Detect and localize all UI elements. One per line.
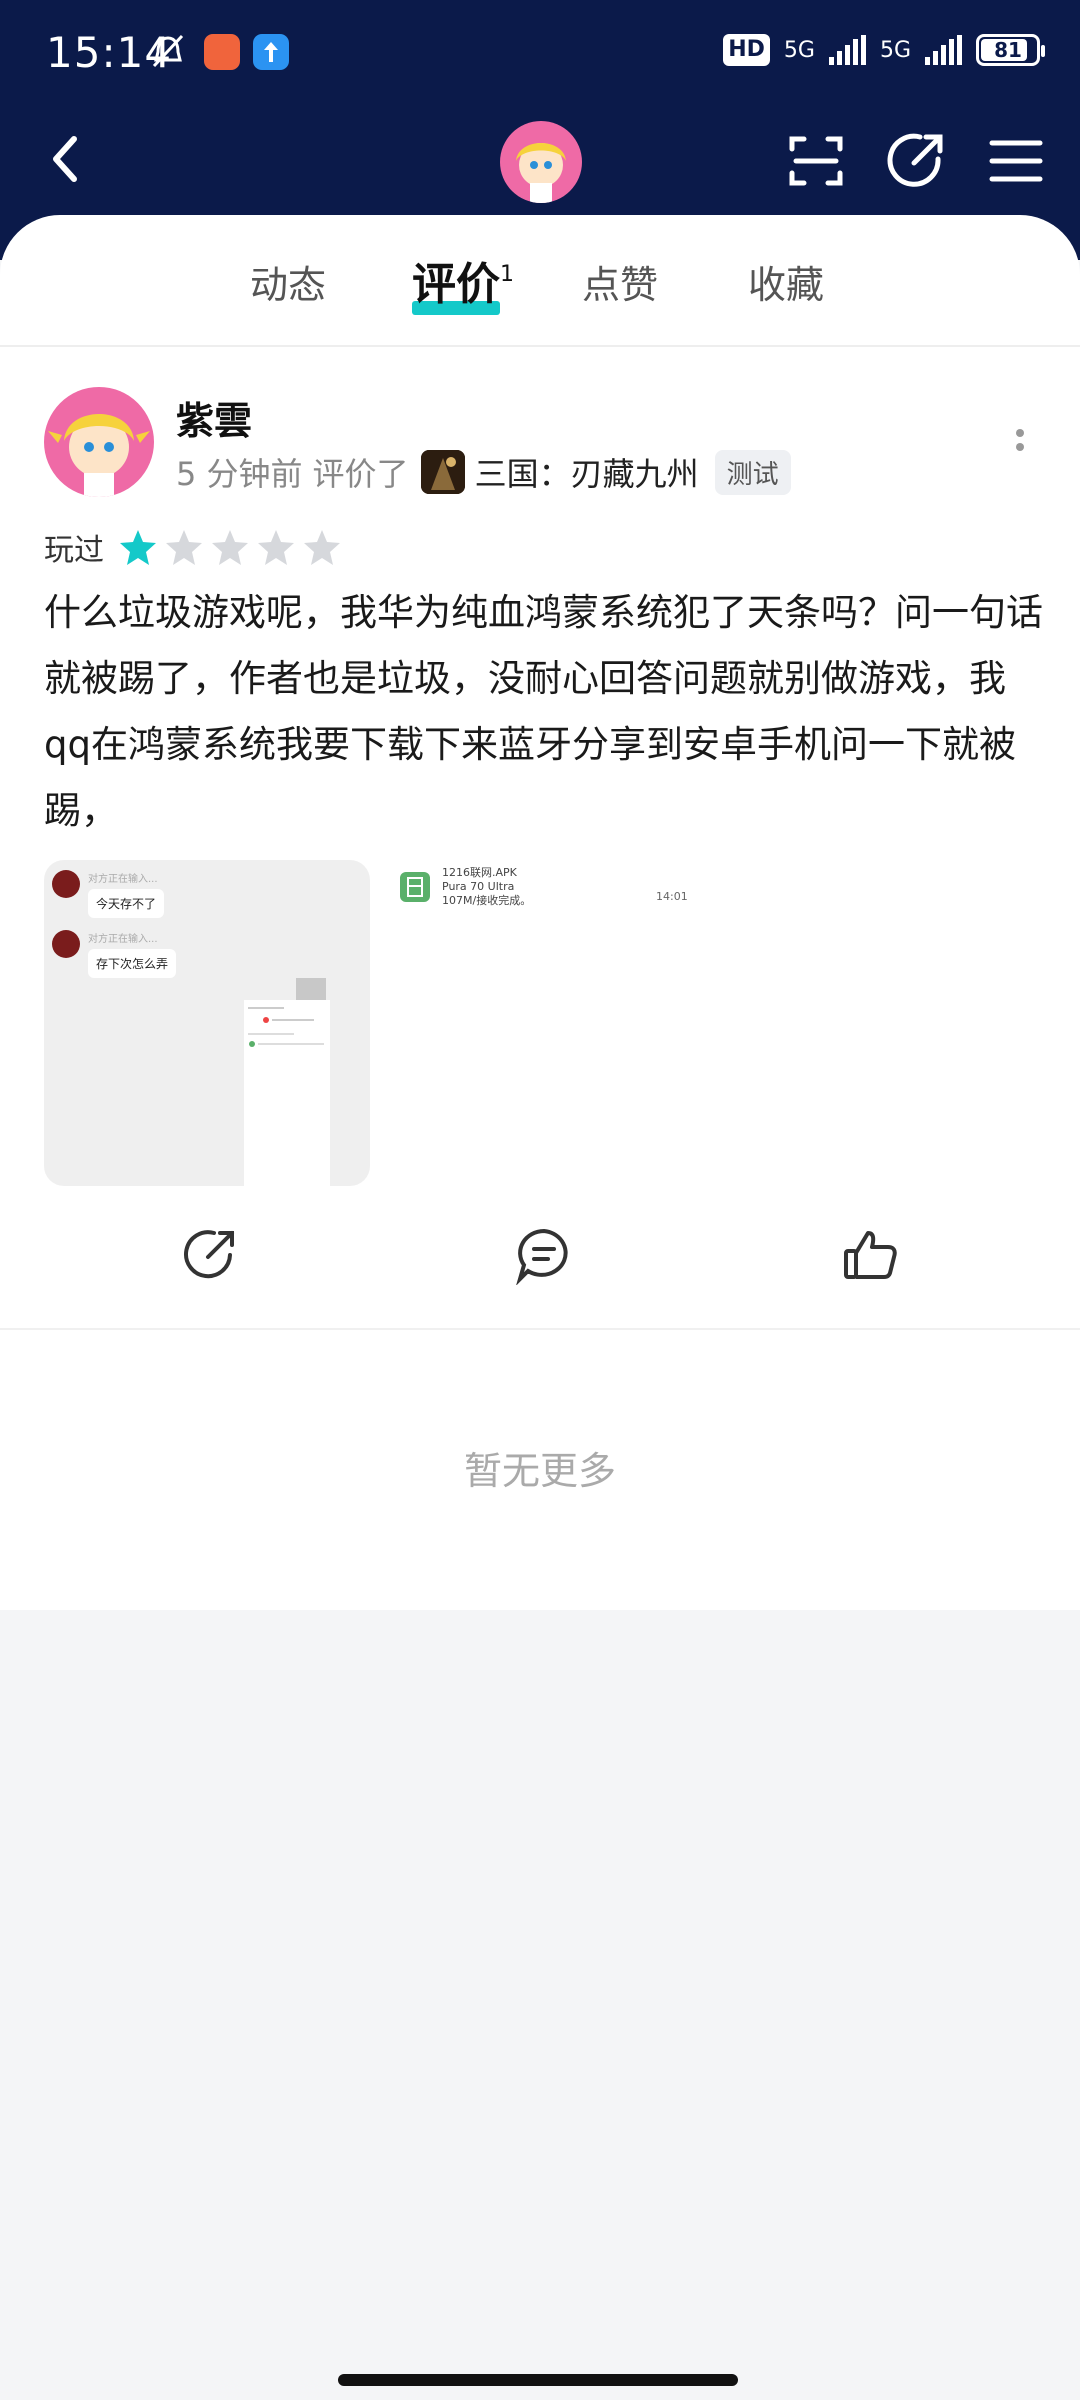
game-name[interactable]: 三国：刃藏九州 <box>475 449 699 495</box>
star-empty-icon <box>304 530 340 565</box>
network-label-2: 5G <box>879 37 911 63</box>
file-status: 107M/接收完成。 <box>442 894 532 907</box>
star-filled-icon <box>120 530 156 565</box>
menu-button[interactable] <box>984 129 1048 193</box>
chat-bubble: 存下次怎么弄 <box>88 949 177 978</box>
star-rating <box>118 527 342 567</box>
tab-bar: 动态 评价 1 点赞 收藏 <box>0 255 1080 335</box>
avatar[interactable] <box>44 387 154 497</box>
typing-hint: 对方正在输入... <box>88 874 158 885</box>
tab-dynamics[interactable]: 动态 <box>250 255 326 325</box>
back-button[interactable] <box>36 129 96 189</box>
share-button[interactable] <box>884 129 948 193</box>
status-right: HD 5G 5G 81 <box>723 34 1045 66</box>
star-empty-icon <box>166 530 202 565</box>
review-meta: 5 分钟前 评价了 三国：刃藏九州 测试 <box>176 447 791 497</box>
file-time: 14:01 <box>656 890 688 903</box>
no-more-text: 暂无更多 <box>463 1449 616 1493</box>
upload-notification-icon <box>253 34 289 70</box>
comment-button[interactable] <box>514 1225 574 1286</box>
game-icon[interactable] <box>420 450 465 494</box>
status-bar: 15:14 HD 5G 5G 81 <box>0 0 1080 110</box>
app-notification-icon <box>204 34 240 70</box>
divider <box>0 1328 1080 1330</box>
battery-icon: 81 <box>976 34 1045 66</box>
tab-label: 评价 <box>412 259 500 310</box>
home-indicator[interactable] <box>338 2374 738 2386</box>
star-empty-icon <box>258 530 294 565</box>
review-image-2[interactable]: 1216联网.APK Pura 70 Ultra 107M/接收完成。 14:0… <box>370 860 696 1186</box>
mini-screenshot-card <box>244 1000 330 1186</box>
file-icon <box>400 872 430 902</box>
typing-hint: 对方正在输入... <box>88 934 158 945</box>
like-button[interactable] <box>840 1225 900 1285</box>
action-bar <box>0 1225 1080 1305</box>
network-label-1: 5G <box>783 37 815 63</box>
share-review-button[interactable] <box>180 1225 240 1285</box>
file-device: Pura 70 Ultra <box>442 880 515 893</box>
review-image-1[interactable]: 对方正在输入... 今天存不了 对方正在输入... 存下次怎么弄 <box>44 860 370 1186</box>
hd-badge: HD <box>723 34 770 66</box>
review-text: 什么垃圾游戏呢，我华为纯血鸿蒙系统犯了天条吗？问一句话就被踢了，作者也是垃圾，没… <box>44 591 1043 832</box>
divider <box>0 345 1080 347</box>
content-panel: 动态 评价 1 点赞 收藏 紫雲 5 分钟前 评价了 三国：刃藏九州 测试 玩过 <box>0 215 1080 1610</box>
tab-label: 动态 <box>250 263 327 307</box>
played-label: 玩过 <box>44 533 104 568</box>
action-text: 评价了 <box>312 455 409 493</box>
chat-avatar <box>52 930 80 958</box>
signal-icon-2 <box>925 35 962 65</box>
tab-label: 点赞 <box>582 263 659 307</box>
file-info: 1216联网.APK Pura 70 Ultra 107M/接收完成。 <box>442 866 531 908</box>
game-tag: 测试 <box>714 449 791 495</box>
mute-icon <box>146 30 190 74</box>
time-ago: 5 分钟前 <box>176 455 303 493</box>
more-options-button[interactable] <box>1000 415 1040 475</box>
scan-button[interactable] <box>784 129 848 193</box>
file-name: 1216联网.APK <box>442 866 517 879</box>
tab-favorites[interactable]: 收藏 <box>748 255 824 325</box>
signal-icon-1 <box>828 35 866 65</box>
battery-level: 81 <box>994 38 1022 62</box>
chat-avatar <box>52 870 80 898</box>
star-empty-icon <box>212 530 248 565</box>
nav-bar <box>0 115 1080 215</box>
tab-label: 收藏 <box>748 263 825 307</box>
avatar[interactable] <box>500 121 582 203</box>
chat-bubble: 今天存不了 <box>88 889 165 918</box>
username[interactable]: 紫雲 <box>176 390 252 445</box>
tab-reviews[interactable]: 评价 1 <box>412 255 514 325</box>
chat-message: 对方正在输入... 今天存不了 <box>52 870 165 918</box>
chat-message: 对方正在输入... 存下次怎么弄 <box>52 930 177 978</box>
rating-row: 玩过 <box>44 525 342 569</box>
tab-likes[interactable]: 点赞 <box>582 255 658 325</box>
tab-count: 1 <box>500 262 514 287</box>
